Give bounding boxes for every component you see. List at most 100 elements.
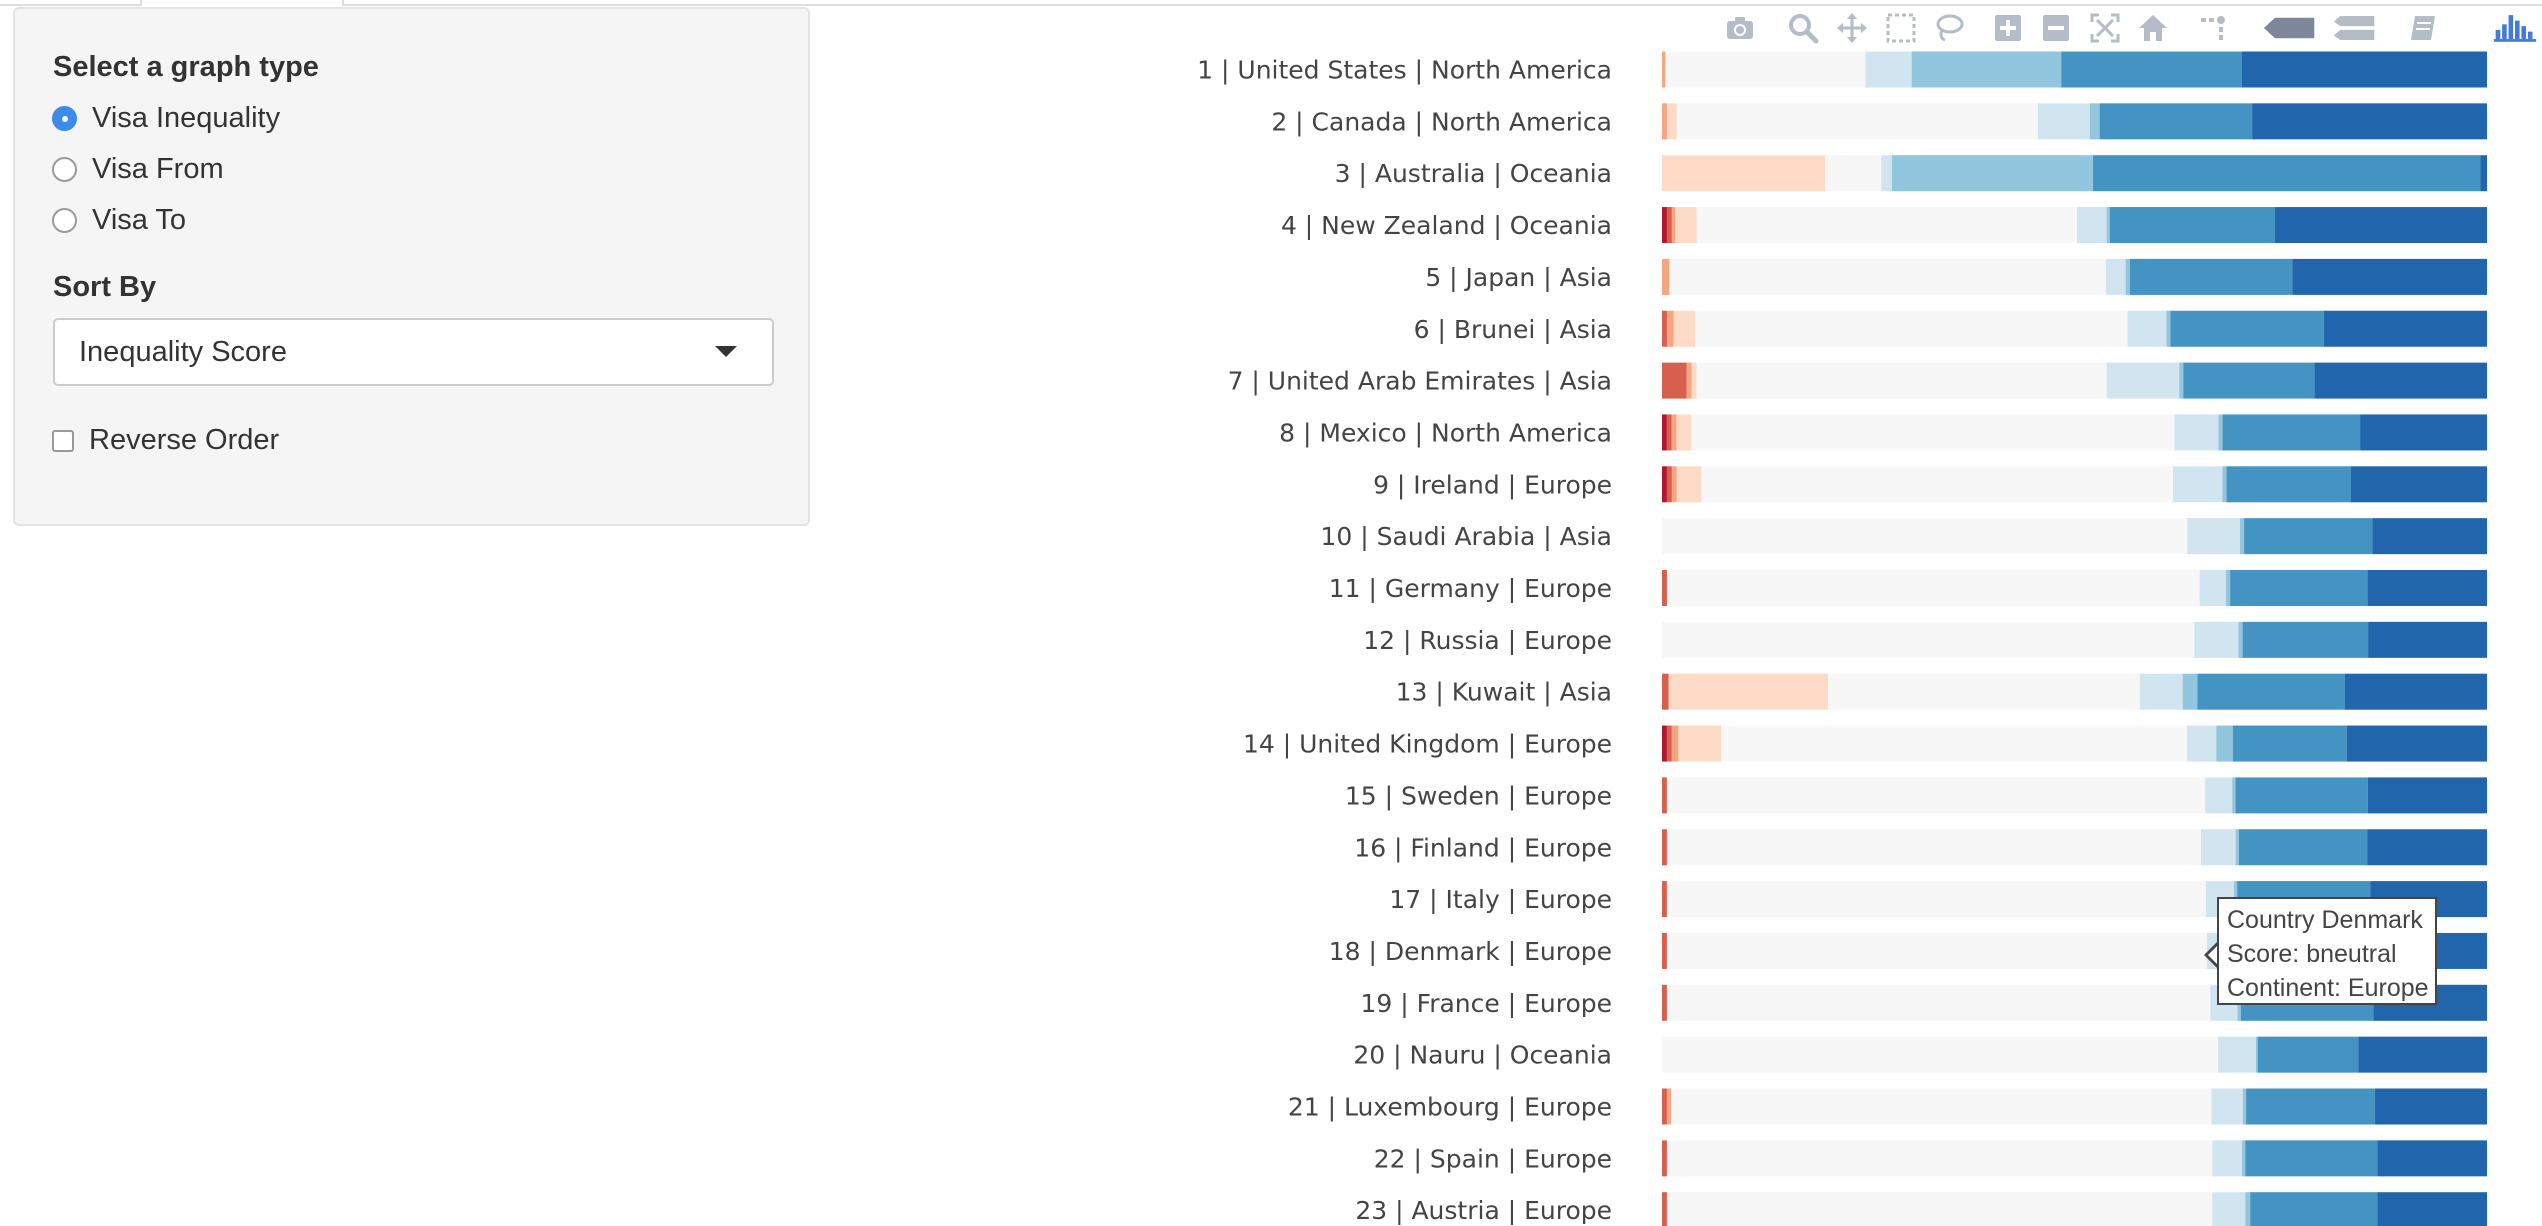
bar-segment-r3[interactable] — [1671, 414, 1677, 451]
bar-segment-r2[interactable] — [1662, 310, 1667, 347]
bar-segment-b3[interactable] — [2218, 414, 2223, 451]
bar-segment-r4[interactable] — [1676, 466, 1702, 503]
bar-segment-b1[interactable] — [2377, 1140, 2488, 1177]
bar-segment-neutral[interactable] — [1662, 518, 2188, 555]
bar-segment-r2[interactable] — [1662, 932, 1667, 969]
bar-segment-b3[interactable] — [2222, 466, 2227, 503]
bar-segment-b4[interactable] — [2199, 570, 2226, 606]
bar-segment-r3[interactable] — [1671, 466, 1677, 503]
bar-segment-r2[interactable] — [1662, 1088, 1667, 1125]
bar-segment-r4[interactable] — [1673, 310, 1695, 347]
bar-segment-r2[interactable] — [1662, 673, 1669, 710]
bar-segment-b2[interactable] — [2129, 258, 2293, 295]
bar-segment-r2[interactable] — [1662, 777, 1667, 814]
bar-segment-b3[interactable] — [2239, 518, 2245, 555]
bar-segment-b1[interactable] — [2358, 1036, 2487, 1073]
bar-segment-r2[interactable] — [1666, 466, 1672, 503]
bar-segment-b4[interactable] — [2205, 777, 2233, 814]
bar-segment-r3[interactable] — [1666, 1088, 1672, 1125]
bar-segment-neutral[interactable] — [1666, 1192, 2213, 1226]
bar-segment-b2[interactable] — [2242, 621, 2369, 658]
bar-segment-b2[interactable] — [2230, 570, 2368, 606]
bar-segment-b2[interactable] — [2244, 518, 2373, 555]
bar-segment-b2[interactable] — [2170, 310, 2324, 347]
bar-segment-neutral[interactable] — [1665, 51, 1866, 88]
bar-segment-b1[interactable] — [2374, 1088, 2487, 1125]
bar-segment-r2[interactable] — [1662, 829, 1667, 866]
bar-segment-r2[interactable] — [1662, 362, 1687, 399]
bar-segment-b1[interactable] — [2274, 207, 2487, 244]
bar-segment-b1[interactable] — [2351, 466, 2487, 503]
bar-segment-b4[interactable] — [2201, 829, 2236, 866]
bar-segment-b3[interactable] — [2166, 310, 2171, 347]
bar-segment-b1[interactable] — [2480, 155, 2487, 192]
bar-segment-b1[interactable] — [2314, 362, 2487, 399]
bar-segment-r3[interactable] — [1671, 725, 1679, 762]
bar-segment-b3[interactable] — [1911, 51, 2062, 88]
bar-segment-b2[interactable] — [2222, 414, 2361, 451]
bar-segment-r4[interactable] — [1691, 362, 1697, 399]
bar-segment-neutral[interactable] — [1666, 984, 2211, 1021]
bar-segment-b2[interactable] — [2183, 362, 2315, 399]
bar-segment-neutral[interactable] — [1721, 725, 2187, 762]
bar-segment-b3[interactable] — [2238, 621, 2243, 658]
bar-segment-r2[interactable] — [1662, 570, 1667, 606]
bar-segment-neutral[interactable] — [1676, 103, 2038, 140]
bar-segment-b4[interactable] — [2172, 466, 2223, 503]
bar-segment-b1[interactable] — [2360, 414, 2487, 451]
bar-segment-b3[interactable] — [2241, 1140, 2246, 1177]
bar-segment-b1[interactable] — [2344, 673, 2487, 710]
bar-segment-b1[interactable] — [2372, 518, 2487, 555]
bar-segment-b3[interactable] — [2125, 258, 2130, 295]
bar-segment-b2[interactable] — [2246, 1088, 2375, 1125]
bar-segment-b1[interactable] — [2367, 829, 2487, 866]
bar-segment-b3[interactable] — [1891, 155, 2094, 192]
bar-segment-b4[interactable] — [2139, 673, 2183, 710]
bar-segment-neutral[interactable] — [1696, 362, 2107, 399]
bar-segment-b4[interactable] — [2174, 414, 2219, 451]
bar-segment-r4[interactable] — [1678, 725, 1722, 762]
bar-segment-b4[interactable] — [2212, 1192, 2246, 1226]
bar-segment-b2[interactable] — [2245, 1140, 2378, 1177]
bar-segment-r3[interactable] — [1662, 51, 1666, 88]
bar-segment-b1[interactable] — [2367, 777, 2487, 814]
bar-segment-neutral[interactable] — [1825, 155, 1882, 192]
bar-segment-r1[interactable] — [1662, 207, 1667, 244]
bar-segment-b4[interactable] — [2187, 518, 2240, 555]
bar-segment-neutral[interactable] — [1701, 466, 2173, 503]
bar-segment-b1[interactable] — [2367, 570, 2487, 606]
bar-segment-neutral[interactable] — [1666, 881, 2206, 918]
bar-segment-r2[interactable] — [1662, 881, 1667, 918]
bar-segment-b3[interactable] — [2245, 1192, 2251, 1226]
bar-segment-b2[interactable] — [2061, 51, 2242, 88]
bar-segment-b3[interactable] — [2256, 1036, 2258, 1073]
bar-segment-r2[interactable] — [1662, 984, 1667, 1021]
bar-segment-r4[interactable] — [1676, 414, 1692, 451]
bar-segment-r1[interactable] — [1662, 414, 1667, 451]
bar-segment-b4[interactable] — [2076, 207, 2107, 244]
bar-segment-b4[interactable] — [1865, 51, 1912, 88]
bar-segment-r2[interactable] — [1666, 725, 1672, 762]
bar-segment-r1[interactable] — [1662, 725, 1667, 762]
bar-segment-neutral[interactable] — [1691, 414, 2175, 451]
bar-segment-neutral[interactable] — [1671, 1088, 2212, 1125]
bar-segment-b4[interactable] — [2212, 1140, 2242, 1177]
bar-segment-r3[interactable] — [1662, 258, 1670, 295]
bar-segment-r2[interactable] — [1666, 207, 1672, 244]
bar-segment-b2[interactable] — [2238, 829, 2368, 866]
bar-segment-r2[interactable] — [1662, 1192, 1667, 1226]
bar-segment-r4[interactable] — [1675, 207, 1697, 244]
bar-segment-b2[interactable] — [2093, 155, 2481, 192]
bar-segment-b2[interactable] — [2235, 777, 2368, 814]
bar-segment-neutral[interactable] — [1828, 673, 2140, 710]
bar-segment-neutral[interactable] — [1662, 1036, 2219, 1073]
bar-segment-b3[interactable] — [2235, 829, 2239, 866]
bar-segment-b1[interactable] — [2368, 621, 2487, 658]
bar-segment-b3[interactable] — [2179, 362, 2184, 399]
bar-segment-b3[interactable] — [2106, 207, 2110, 244]
bar-segment-b4[interactable] — [2127, 310, 2167, 347]
bar-segment-b3[interactable] — [2232, 777, 2236, 814]
inequality-chart[interactable]: 1 | United States | North America 2 | Can… — [0, 0, 2542, 1226]
bar-segment-r2[interactable] — [1662, 1140, 1667, 1177]
bar-segment-b3[interactable] — [2216, 725, 2233, 762]
